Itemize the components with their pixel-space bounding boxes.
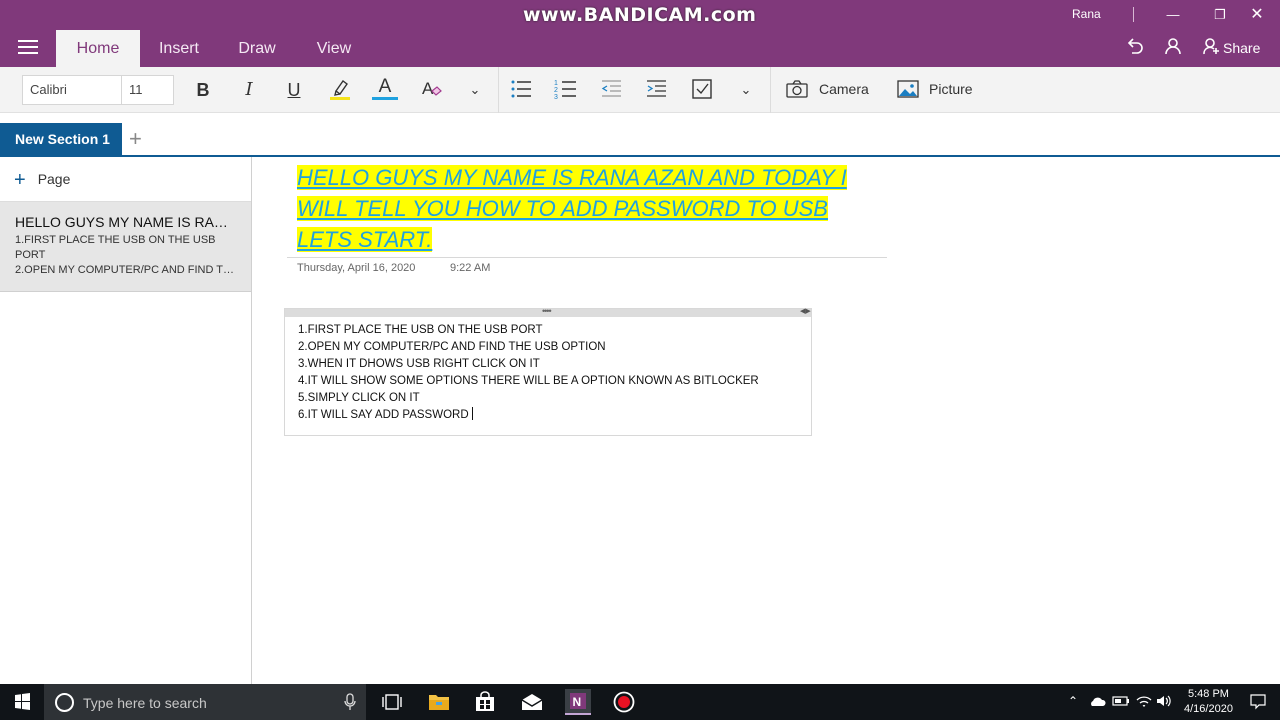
clock-date: 4/16/2020 [1184,703,1233,715]
battery-icon[interactable] [1112,694,1130,711]
volume-icon[interactable] [1156,694,1172,711]
undo-icon[interactable] [1126,37,1144,60]
bullet-list-icon[interactable] [508,77,534,103]
page-item-preview: 2.OPEN MY COMPUTER/PC AND FIND THE USB O… [15,264,237,276]
section-tab[interactable]: New Section 1 [0,123,122,156]
note-body[interactable]: 1.FIRST PLACE THE USB ON THE USB PORT 2.… [298,322,759,424]
picture-button[interactable]: Picture [929,81,973,97]
numbered-list-icon[interactable]: 123 [553,77,579,103]
svg-text:3: 3 [554,94,558,101]
tab-insert[interactable]: Insert [147,30,211,67]
text-caret [471,407,473,420]
note-line: 5.SIMPLY CLICK ON IT [298,392,420,404]
page-list-item[interactable]: HELLO GUYS MY NAME IS RANA AZAN AND TODA… [0,202,251,292]
chevron-down-icon[interactable]: ⌄ [462,77,488,103]
share-icon[interactable] [1203,37,1221,60]
windows-start-icon[interactable] [0,684,44,720]
note-container[interactable]: •••• ◀▶ 1.FIRST PLACE THE USB ON THE USB… [284,306,812,436]
title-rule [287,257,887,258]
svg-text:N: N [573,695,582,709]
svg-text:1: 1 [554,80,558,87]
close-button[interactable]: ✕ [1234,2,1280,28]
title-bar: www.BANDICAM.com Rana — ❐ ✕ Home Insert … [0,0,1280,67]
tab-draw[interactable]: Draw [226,30,288,67]
page-title[interactable]: HELLO GUYS MY NAME IS RANA AZAN AND TODA… [297,162,887,255]
add-page-button[interactable]: + Page [14,169,70,192]
person-icon[interactable] [1164,37,1182,60]
chevron-down-icon[interactable]: ⌄ [733,77,759,103]
highlighter-icon[interactable] [327,77,353,103]
home-toolbar: Calibri 11 B I U A A ⌄ 123 ⌄ Camera Pict… [0,67,1280,113]
drag-dots-icon: •••• [542,306,552,316]
note-line: 3.WHEN IT DHOWS USB RIGHT CLICK ON IT [298,358,540,370]
font-name-select[interactable]: Calibri [22,75,122,105]
page-list: + Page HELLO GUYS MY NAME IS RANA AZAN AN… [0,157,252,684]
tab-home[interactable]: Home [56,30,140,67]
clock-time: 5:48 PM [1187,688,1229,700]
microphone-icon[interactable] [344,693,356,714]
toolbar-divider [498,67,499,113]
system-clock[interactable]: 5:48 PM 4/16/2020 [1184,687,1233,717]
notifications-icon[interactable] [1250,694,1266,713]
taskbar-search-box[interactable]: Type here to search [44,684,366,720]
page-title-text: HELLO GUYS MY NAME IS RANA AZAN AND TODA… [297,165,847,252]
camera-button[interactable]: Camera [819,81,869,97]
note-line-last: 6.IT WILL SAY ADD PASSWORD [298,407,759,424]
note-line: 2.OPEN MY COMPUTER/PC AND FIND THE USB O… [298,341,606,353]
font-size-select[interactable]: 11 [121,75,174,105]
svg-text:A: A [422,79,434,98]
decrease-indent-icon[interactable] [598,77,624,103]
share-button[interactable]: Share [1223,40,1260,56]
page-item-title: HELLO GUYS MY NAME IS RANA AZAN AND TODA… [15,214,237,230]
note-line: 6.IT WILL SAY ADD PASSWORD [298,409,469,421]
store-icon[interactable] [473,691,497,713]
increase-indent-icon[interactable] [643,77,669,103]
cortana-icon [55,693,74,712]
user-name[interactable]: Rana [1072,7,1101,21]
clear-formatting-icon[interactable]: A [418,77,444,103]
mail-icon[interactable] [520,691,544,713]
plus-icon: + [14,169,26,191]
watermark: www.BANDICAM.com [523,4,757,26]
note-drag-handle[interactable]: •••• ◀▶ [285,306,811,317]
resize-arrows-icon[interactable]: ◀▶ [800,307,811,315]
page-time: 9:22 AM [450,262,491,274]
hamburger-menu-icon[interactable] [18,40,38,54]
italic-button[interactable]: I [236,77,262,103]
checkbox-tag-icon[interactable] [689,77,715,103]
note-line: 1.FIRST PLACE THE USB ON THE USB PORT [298,324,543,336]
toolbar-divider [770,67,771,113]
svg-text:2: 2 [554,87,558,94]
onenote-taskbar-icon[interactable]: N [565,689,591,715]
task-view-icon[interactable] [380,691,404,713]
tab-view[interactable]: View [304,30,364,67]
title-separator [1133,7,1134,22]
picture-icon[interactable] [895,77,921,103]
underline-button[interactable]: U [281,77,307,103]
onedrive-icon[interactable] [1088,694,1106,711]
page-date: Thursday, April 16, 2020 [297,262,416,274]
tray-chevron-up-icon[interactable]: ⌃ [1068,694,1078,708]
camera-icon[interactable] [784,77,810,103]
note-line: 4.IT WILL SHOW SOME OPTIONS THERE WILL B… [298,375,759,387]
page-item-preview: 1.FIRST PLACE THE USB ON THE USB PORT [15,234,216,261]
file-explorer-icon[interactable] [427,691,451,713]
add-section-icon[interactable]: + [129,126,142,152]
add-page-label: Page [37,171,71,187]
wifi-icon[interactable] [1136,694,1152,711]
bold-button[interactable]: B [190,77,216,103]
font-color-button[interactable]: A [372,77,398,103]
search-input[interactable]: Type here to search [83,695,207,711]
taskbar: Type here to search N ⌃ 5:48 PM 4/16/202… [0,684,1280,720]
bandicam-record-icon[interactable] [612,691,636,713]
minimize-button[interactable]: — [1150,2,1196,28]
